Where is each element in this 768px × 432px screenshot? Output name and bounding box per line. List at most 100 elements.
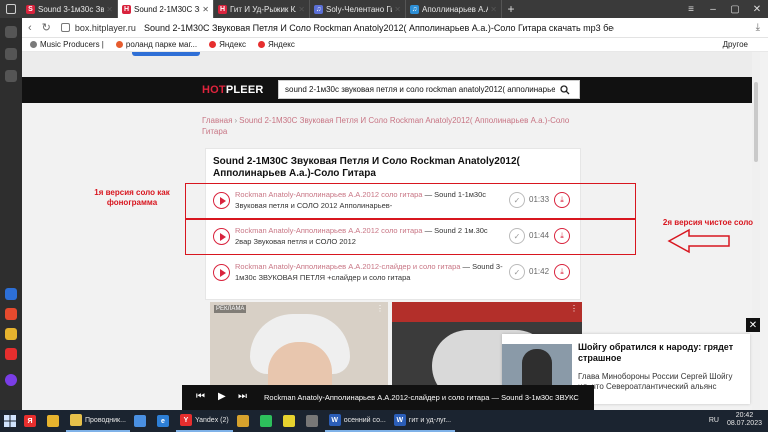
reload-icon[interactable]: ↻: [42, 21, 51, 34]
taskbar-app-icon: [47, 415, 59, 427]
url-page-title[interactable]: Sound 2-1М30С Звуковая Петля И Соло Rock…: [144, 23, 614, 33]
next-icon[interactable]: ⏭: [238, 391, 247, 402]
tab-close-icon[interactable]: ✕: [394, 5, 401, 14]
bookmark-icon: [30, 41, 37, 48]
browser-tab[interactable]: ♫Аполлинарьев А.А.1990г✕: [406, 0, 502, 18]
track-row[interactable]: Rockman Anatoly-Апполинарьев А.А.2012-сл…: [213, 257, 573, 291]
taskbar-item[interactable]: Wосенний со...: [324, 410, 390, 432]
taskbar-label: гит и уд-луг...: [408, 416, 452, 424]
page-title: Sound 2-1М30С Звуковая Петля И Соло Rock…: [213, 156, 520, 179]
tab-close-icon[interactable]: ✕: [202, 5, 209, 14]
tabs-menu-button[interactable]: [0, 0, 22, 18]
scrollbar-thumb[interactable]: [754, 82, 758, 162]
taskbar-item[interactable]: [233, 410, 256, 432]
close-icon[interactable]: ✕: [746, 318, 760, 332]
mail-icon[interactable]: [5, 348, 17, 360]
music-icon[interactable]: [5, 308, 17, 320]
menu-icon[interactable]: ≡: [680, 0, 702, 18]
clock[interactable]: 20:42 08.07.2023: [727, 412, 762, 428]
back-icon[interactable]: ‹: [28, 22, 32, 34]
bookmark-label: роланд парке маг...: [125, 40, 198, 49]
bookmark-label: Яндекс: [219, 40, 246, 49]
breadcrumb-current[interactable]: Sound 2-1М30С Звуковая Петля И Соло Rock…: [202, 116, 569, 136]
top-button[interactable]: [132, 52, 200, 56]
previous-icon[interactable]: ⏮: [196, 391, 205, 402]
browser-tab[interactable]: HГит И Уд-Рыжик Классно✕: [214, 0, 310, 18]
lock-icon[interactable]: [60, 23, 70, 32]
tray-lang[interactable]: RU: [709, 417, 719, 424]
bookmark-item[interactable]: Яндекс: [209, 40, 246, 49]
annotation-right-text: 2я версия чистое соло: [662, 218, 754, 227]
ad-menu-icon[interactable]: ⋮: [376, 304, 384, 313]
play-button[interactable]: [213, 264, 230, 281]
download-icon[interactable]: ⤓: [756, 22, 760, 33]
alice-icon[interactable]: [5, 374, 17, 386]
search-icon[interactable]: [555, 81, 575, 98]
breadcrumb-separator-icon: ›: [234, 116, 238, 125]
tab-close-icon[interactable]: ✕: [490, 5, 497, 14]
taskbar-app-icon: e: [156, 415, 169, 427]
other-bookmarks[interactable]: Другое: [723, 40, 748, 49]
taskbar-item[interactable]: [256, 410, 279, 432]
news-description-2: ил, что Североатлантический альянс: [578, 382, 717, 391]
track-artist[interactable]: Rockman Anatoly-Апполинарьев А.А.2012-сл…: [235, 262, 460, 271]
tab-favicon-icon: ♫: [314, 4, 323, 14]
taskbar-label: Yandex (2): [194, 416, 229, 424]
browser-tab[interactable]: HSound 2-1М30С Звукова✕: [118, 0, 214, 18]
taskbar-item[interactable]: [130, 410, 153, 432]
annotation-box-2: [185, 219, 636, 255]
collections-icon[interactable]: [5, 70, 17, 82]
tab-close-icon[interactable]: ✕: [298, 5, 305, 14]
browser-tab[interactable]: ♫Soly-Челентано Гит И Уд✕: [310, 0, 406, 18]
bookmark-item[interactable]: Music Producers |: [30, 40, 104, 49]
yandex-icon[interactable]: [5, 26, 17, 38]
browser-sidebar: [0, 18, 22, 410]
ad-label: РЕКЛАМА: [214, 305, 247, 313]
taskbar-label: осенний со...: [343, 416, 386, 424]
tab-label: Sound 2-1М30С Звукова: [134, 4, 200, 14]
tab-close-icon[interactable]: ✕: [106, 5, 113, 14]
browser-tab-bar: SSound 3-1м30с Звукова✕HSound 2-1М30С Зв…: [0, 0, 768, 18]
vk-icon[interactable]: [5, 288, 17, 300]
history-icon[interactable]: [5, 48, 17, 60]
taskbar-item[interactable]: Я: [20, 410, 43, 432]
tab-label: Sound 3-1м30с Звукова: [38, 4, 105, 14]
taskbar-item[interactable]: Y Yandex (2): [175, 410, 233, 432]
bookmark-item[interactable]: роланд парке маг...: [115, 40, 198, 49]
play-icon[interactable]: ▶: [218, 391, 226, 402]
now-playing-text: Rockman Anatoly-Апполинарьев А.А.2012-сл…: [264, 393, 579, 402]
taskbar-item[interactable]: e: [153, 410, 176, 432]
tab-label: Soly-Челентано Гит И Уд: [326, 4, 392, 14]
taskbar-app-icon: [305, 415, 318, 427]
maximize-icon[interactable]: ▢: [724, 0, 746, 18]
search-input[interactable]: sound 2-1м30с звуковая петля и соло rock…: [279, 85, 555, 94]
taskbar-item[interactable]: Wгит и уд-луг...: [389, 410, 456, 432]
tab-label: Гит И Уд-Рыжик Классно: [230, 4, 296, 14]
browser-tab[interactable]: SSound 3-1м30с Звукова✕: [22, 0, 118, 18]
taskbar-app-icon: W: [393, 414, 406, 426]
check-icon[interactable]: ✓: [509, 264, 525, 280]
news-title[interactable]: Шойгу обратился к народу: грядет страшно…: [578, 342, 746, 364]
bookmark-item[interactable]: Яндекс: [257, 40, 295, 49]
tab-favicon-icon: H: [218, 4, 227, 14]
taskbar-item[interactable]: [279, 410, 302, 432]
download-icon[interactable]: ⤓: [554, 264, 570, 280]
windows-taskbar: Я Проводник... e Y Yandex (2) Wосенний со... W…: [0, 410, 768, 432]
taskbar-app-icon: [259, 415, 272, 427]
minimize-icon[interactable]: –: [702, 0, 724, 18]
ad-menu-icon-2[interactable]: ⋮: [570, 304, 578, 313]
weather-icon[interactable]: [5, 328, 17, 340]
taskbar-item[interactable]: [43, 410, 66, 432]
site-logo[interactable]: HOTPLEER: [202, 84, 264, 96]
taskbar-app-icon: [282, 415, 295, 427]
url-host[interactable]: box.hitplayer.ru: [75, 23, 136, 33]
start-button[interactable]: [0, 410, 20, 432]
close-window-icon[interactable]: ✕: [746, 0, 768, 18]
taskbar-item[interactable]: [302, 410, 325, 432]
search-box[interactable]: sound 2-1м30с звуковая петля и соло rock…: [278, 80, 580, 99]
new-tab-button[interactable]: +: [502, 0, 520, 18]
breadcrumb-home[interactable]: Главная: [202, 116, 232, 125]
annotation-arrow-icon: [667, 228, 730, 254]
taskbar-item[interactable]: Проводник...: [66, 410, 130, 432]
page-scrollbar[interactable]: [752, 52, 760, 410]
